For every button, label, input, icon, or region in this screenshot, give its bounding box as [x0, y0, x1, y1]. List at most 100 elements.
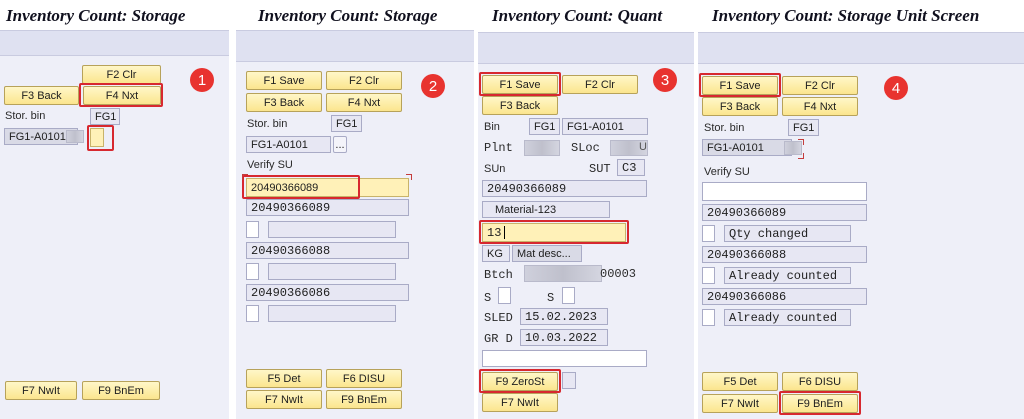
- stor-bin-label: Stor. bin: [5, 110, 46, 122]
- zero-stock-field: [562, 372, 576, 389]
- screen-title: Inventory Count: Storage: [258, 6, 438, 25]
- screen-title: Inventory Count: Storage Unit Screen: [712, 6, 980, 25]
- f7-new-item-button[interactable]: F7 NwIt: [482, 393, 558, 412]
- f7-new-item-button[interactable]: F7 NwIt: [5, 381, 77, 400]
- toolbar-strip: [478, 32, 694, 64]
- sut-label: SUT: [589, 162, 611, 176]
- su-list-item-2: 20490366088: [702, 246, 867, 263]
- gr-date-field: 10.03.2022: [520, 329, 608, 346]
- f9-bin-empty-button[interactable]: F9 BnEm: [782, 394, 858, 413]
- su-list-item-1: 20490366089: [702, 204, 867, 221]
- plant-value-redacted: [524, 140, 560, 156]
- bin-suffix-redacted: [66, 130, 84, 143]
- title-bar: Inventory Count: Storage: [236, 0, 474, 30]
- f2-clear-button[interactable]: F2 Clr: [562, 75, 638, 94]
- f1-save-button[interactable]: F1 Save: [702, 76, 778, 95]
- panel-2-verify-su: Inventory Count: Storage F1 Save F2 Clr …: [236, 0, 474, 419]
- f3-back-button[interactable]: F3 Back: [246, 93, 322, 112]
- title-bar: Inventory Count: Storage Unit Screen: [698, 0, 1024, 32]
- sled-field: 15.02.2023: [520, 308, 608, 325]
- panel-4-storage-unit-screen: Inventory Count: Storage Unit Screen F1 …: [698, 0, 1024, 419]
- title-bar: Inventory Count: Quant: [478, 0, 694, 32]
- toolbar-strip: [0, 30, 229, 56]
- panel-1-storage-bin-entry: Inventory Count: Storage F2 Clr F3 Back …: [0, 0, 229, 419]
- su-number-field: 20490366089: [482, 180, 647, 197]
- verify-bin-input[interactable]: [90, 128, 104, 147]
- plant-label: Plnt: [484, 141, 513, 155]
- f5-details-button[interactable]: F5 Det: [246, 369, 322, 388]
- sled-label: SLED: [484, 311, 513, 325]
- screen-title: Inventory Count: Quant: [492, 6, 663, 25]
- bin-field: FG1-A0101: [562, 118, 648, 135]
- bin-label: Bin: [484, 121, 500, 133]
- f4-next-button[interactable]: F4 Nxt: [782, 97, 858, 116]
- f5-details-button[interactable]: F5 Det: [702, 372, 778, 391]
- su-checkbox-2[interactable]: [702, 267, 715, 284]
- panel-3-quant-count: Inventory Count: Quant F1 Save F2 Clr F3…: [478, 0, 694, 419]
- material-field: Material-123: [482, 201, 610, 218]
- su-status-3: Already counted: [724, 309, 851, 326]
- su-checkbox-1[interactable]: [702, 225, 715, 242]
- field-corner-marker: [242, 174, 248, 180]
- step-badge: 3: [653, 68, 677, 92]
- f2-clear-button[interactable]: F2 Clr: [782, 76, 858, 95]
- f3-back-button[interactable]: F3 Back: [702, 97, 778, 116]
- f9-zero-stock-button[interactable]: F9 ZeroSt: [482, 372, 558, 391]
- f2-clear-button[interactable]: F2 Clr: [82, 65, 161, 84]
- su-status-field-1: [268, 221, 396, 238]
- s-checkbox-1[interactable]: [498, 287, 511, 304]
- f6-display-su-button[interactable]: F6 DISU: [782, 372, 858, 391]
- sut-field: C3: [617, 159, 645, 176]
- su-status-1: Qty changed: [724, 225, 851, 242]
- verify-su-input[interactable]: 20490366089: [246, 178, 409, 197]
- su-status-field-2: [268, 263, 396, 280]
- s-label-1: S: [484, 291, 492, 305]
- su-status-2: Already counted: [724, 267, 851, 284]
- stor-bin-field: FG1: [90, 108, 120, 125]
- su-checkbox-2[interactable]: [246, 263, 259, 280]
- field-corner-marker: [798, 153, 804, 159]
- su-list-item-1: 20490366089: [246, 199, 409, 216]
- stor-bin-label: Stor. bin: [247, 118, 288, 130]
- su-checkbox-3[interactable]: [246, 305, 259, 322]
- material-description-field: Mat desc...: [512, 245, 582, 262]
- more-button[interactable]: ...: [333, 136, 347, 153]
- verify-su-input[interactable]: [702, 182, 867, 201]
- uom-field: KG: [482, 245, 510, 262]
- blank-input[interactable]: [482, 350, 647, 367]
- gr-date-label: GR D: [484, 332, 513, 346]
- su-list-item-2: 20490366088: [246, 242, 409, 259]
- step-badge: 2: [421, 74, 445, 98]
- sloc-label: SLoc: [571, 141, 600, 155]
- f9-bin-empty-button[interactable]: F9 BnEm: [82, 381, 160, 400]
- s-checkbox-2[interactable]: [562, 287, 575, 304]
- f2-clear-button[interactable]: F2 Clr: [326, 71, 402, 90]
- su-list-item-3: 20490366086: [702, 288, 867, 305]
- f3-back-button[interactable]: F3 Back: [482, 96, 558, 115]
- f7-new-item-button[interactable]: F7 NwIt: [702, 394, 778, 413]
- f1-save-button[interactable]: F1 Save: [246, 71, 322, 90]
- batch-suffix: 00003: [600, 267, 637, 281]
- su-status-field-3: [268, 305, 396, 322]
- f9-bin-empty-button[interactable]: F9 BnEm: [326, 390, 402, 409]
- batch-value-redacted: [524, 265, 602, 282]
- verify-su-label: Verify SU: [704, 166, 750, 178]
- f3-back-button[interactable]: F3 Back: [4, 86, 79, 105]
- field-corner-marker: [406, 174, 412, 180]
- f6-display-su-button[interactable]: F6 DISU: [326, 369, 402, 388]
- bin-value-box: [246, 136, 331, 153]
- sun-label: SUn: [484, 163, 506, 175]
- f4-next-button[interactable]: F4 Nxt: [83, 86, 161, 105]
- f7-new-item-button[interactable]: F7 NwIt: [246, 390, 322, 409]
- sloc-suffix: U: [639, 141, 647, 153]
- su-checkbox-3[interactable]: [702, 309, 715, 326]
- text-cursor: [504, 226, 505, 239]
- step-badge: 4: [884, 76, 908, 100]
- f1-save-button[interactable]: F1 Save: [482, 75, 558, 94]
- su-checkbox-1[interactable]: [246, 221, 259, 238]
- step-badge: 1: [190, 68, 214, 92]
- title-bar: Inventory Count: Storage: [0, 0, 229, 30]
- stor-bin-field: FG1: [788, 119, 819, 136]
- f4-next-button[interactable]: F4 Nxt: [326, 93, 402, 112]
- stor-bin-field: FG1: [331, 115, 362, 132]
